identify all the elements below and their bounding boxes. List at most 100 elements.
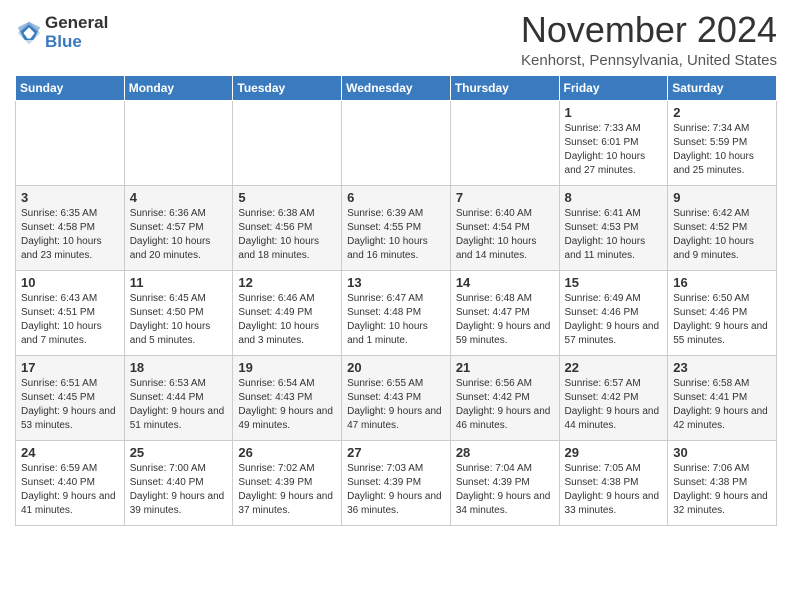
calendar-cell: 1 Sunrise: 7:33 AM Sunset: 6:01 PM Daylig… [559, 100, 668, 185]
day-number: 11 [130, 275, 228, 290]
day-number: 24 [21, 445, 119, 460]
calendar-cell [233, 100, 342, 185]
day-number: 7 [456, 190, 554, 205]
day-number: 26 [238, 445, 336, 460]
day-info: Sunrise: 7:05 AM Sunset: 4:38 PM Dayligh… [565, 462, 663, 518]
calendar-cell: 11 Sunrise: 6:45 AM Sunset: 4:50 PM Dayli… [124, 270, 233, 355]
day-info: Sunrise: 6:56 AM Sunset: 4:42 PM Dayligh… [456, 377, 554, 433]
day-info: Sunrise: 7:34 AM Sunset: 5:59 PM Dayligh… [673, 122, 771, 178]
calendar-cell: 6 Sunrise: 6:39 AM Sunset: 4:55 PM Daylig… [342, 185, 451, 270]
calendar-cell: 20Sunrise: 6:55 AM Sunset: 4:43 PM Dayli… [342, 355, 451, 440]
day-info: Sunrise: 6:39 AM Sunset: 4:55 PM Dayligh… [347, 207, 445, 263]
location: Kenhorst, Pennsylvania, United States [521, 52, 777, 69]
weekday-header-row: SundayMondayTuesdayWednesdayThursdayFrid… [16, 75, 777, 100]
day-number: 19 [238, 360, 336, 375]
calendar-cell: 24 Sunrise: 6:59 AM Sunset: 4:40 PM Dayli… [16, 440, 125, 525]
day-info: Sunrise: 6:48 AM Sunset: 4:47 PM Dayligh… [456, 292, 554, 348]
day-info: Sunrise: 7:33 AM Sunset: 6:01 PM Dayligh… [565, 122, 663, 178]
day-info: Sunrise: 7:04 AM Sunset: 4:39 PM Dayligh… [456, 462, 554, 518]
day-number: 1 [565, 105, 663, 120]
day-number: 12 [238, 275, 336, 290]
calendar-week-4: 17 Sunrise: 6:51 AM Sunset: 4:45 PM Dayli… [16, 355, 777, 440]
calendar-cell: 2 Sunrise: 7:34 AM Sunset: 5:59 PM Daylig… [668, 100, 777, 185]
day-info: Sunrise: 6:58 AM Sunset: 4:41 PM Dayligh… [673, 377, 771, 433]
calendar-cell: 26 Sunrise: 7:02 AM Sunset: 4:39 PM Dayli… [233, 440, 342, 525]
calendar-cell: 19 Sunrise: 6:54 AM Sunset: 4:43 PM Dayli… [233, 355, 342, 440]
day-number: 13 [347, 275, 445, 290]
day-info: Sunrise: 6:59 AM Sunset: 4:40 PM Dayligh… [21, 462, 119, 518]
calendar-cell [124, 100, 233, 185]
weekday-header-monday: Monday [124, 75, 233, 100]
day-info: Sunrise: 6:41 AM Sunset: 4:53 PM Dayligh… [565, 207, 663, 263]
day-number: 29 [565, 445, 663, 460]
calendar-cell: 4 Sunrise: 6:36 AM Sunset: 4:57 PM Daylig… [124, 185, 233, 270]
calendar-cell: 7 Sunrise: 6:40 AM Sunset: 4:54 PM Daylig… [450, 185, 559, 270]
calendar-cell: 21 Sunrise: 6:56 AM Sunset: 4:42 PM Dayli… [450, 355, 559, 440]
day-info: Sunrise: 6:45 AM Sunset: 4:50 PM Dayligh… [130, 292, 228, 348]
day-number: 17 [21, 360, 119, 375]
weekday-header-tuesday: Tuesday [233, 75, 342, 100]
calendar-cell: 10 Sunrise: 6:43 AM Sunset: 4:51 PM Dayli… [16, 270, 125, 355]
logo-general: General [45, 14, 108, 33]
day-info: Sunrise: 6:54 AM Sunset: 4:43 PM Dayligh… [238, 377, 336, 433]
day-info: Sunrise: 6:51 AM Sunset: 4:45 PM Dayligh… [21, 377, 119, 433]
day-number: 5 [238, 190, 336, 205]
weekday-header-saturday: Saturday [668, 75, 777, 100]
day-info: Sunrise: 6:43 AM Sunset: 4:51 PM Dayligh… [21, 292, 119, 348]
day-info: Sunrise: 6:50 AM Sunset: 4:46 PM Dayligh… [673, 292, 771, 348]
day-info: Sunrise: 7:06 AM Sunset: 4:38 PM Dayligh… [673, 462, 771, 518]
day-number: 15 [565, 275, 663, 290]
day-number: 18 [130, 360, 228, 375]
day-number: 2 [673, 105, 771, 120]
day-number: 9 [673, 190, 771, 205]
day-number: 22 [565, 360, 663, 375]
calendar-cell: 27Sunrise: 7:03 AM Sunset: 4:39 PM Dayli… [342, 440, 451, 525]
calendar-cell: 12 Sunrise: 6:46 AM Sunset: 4:49 PM Dayli… [233, 270, 342, 355]
calendar-cell: 13Sunrise: 6:47 AM Sunset: 4:48 PM Dayli… [342, 270, 451, 355]
calendar-cell: 8Sunrise: 6:41 AM Sunset: 4:53 PM Daylig… [559, 185, 668, 270]
day-info: Sunrise: 7:00 AM Sunset: 4:40 PM Dayligh… [130, 462, 228, 518]
calendar-week-1: 1 Sunrise: 7:33 AM Sunset: 6:01 PM Daylig… [16, 100, 777, 185]
day-number: 21 [456, 360, 554, 375]
title-block: November 2024 Kenhorst, Pennsylvania, Un… [521, 10, 777, 69]
day-number: 16 [673, 275, 771, 290]
month-title: November 2024 [521, 10, 777, 50]
day-number: 3 [21, 190, 119, 205]
calendar-cell: 5 Sunrise: 6:38 AM Sunset: 4:56 PM Daylig… [233, 185, 342, 270]
day-info: Sunrise: 6:57 AM Sunset: 4:42 PM Dayligh… [565, 377, 663, 433]
calendar-cell: 3Sunrise: 6:35 AM Sunset: 4:58 PM Daylig… [16, 185, 125, 270]
day-info: Sunrise: 6:42 AM Sunset: 4:52 PM Dayligh… [673, 207, 771, 263]
day-number: 28 [456, 445, 554, 460]
day-number: 10 [21, 275, 119, 290]
calendar-cell: 17 Sunrise: 6:51 AM Sunset: 4:45 PM Dayli… [16, 355, 125, 440]
day-info: Sunrise: 6:40 AM Sunset: 4:54 PM Dayligh… [456, 207, 554, 263]
calendar-cell: 22 Sunrise: 6:57 AM Sunset: 4:42 PM Dayli… [559, 355, 668, 440]
day-info: Sunrise: 6:38 AM Sunset: 4:56 PM Dayligh… [238, 207, 336, 263]
calendar-cell: 18 Sunrise: 6:53 AM Sunset: 4:44 PM Dayli… [124, 355, 233, 440]
calendar-cell [342, 100, 451, 185]
calendar-week-5: 24 Sunrise: 6:59 AM Sunset: 4:40 PM Dayli… [16, 440, 777, 525]
weekday-header-thursday: Thursday [450, 75, 559, 100]
day-info: Sunrise: 6:53 AM Sunset: 4:44 PM Dayligh… [130, 377, 228, 433]
day-number: 30 [673, 445, 771, 460]
weekday-header-wednesday: Wednesday [342, 75, 451, 100]
day-info: Sunrise: 7:02 AM Sunset: 4:39 PM Dayligh… [238, 462, 336, 518]
weekday-header-sunday: Sunday [16, 75, 125, 100]
calendar-cell: 16 Sunrise: 6:50 AM Sunset: 4:46 PM Dayli… [668, 270, 777, 355]
logo-icon [15, 19, 43, 47]
calendar-cell: 28 Sunrise: 7:04 AM Sunset: 4:39 PM Dayli… [450, 440, 559, 525]
day-number: 6 [347, 190, 445, 205]
day-info: Sunrise: 6:36 AM Sunset: 4:57 PM Dayligh… [130, 207, 228, 263]
day-number: 27 [347, 445, 445, 460]
calendar-cell: 25 Sunrise: 7:00 AM Sunset: 4:40 PM Dayli… [124, 440, 233, 525]
day-info: Sunrise: 6:55 AM Sunset: 4:43 PM Dayligh… [347, 377, 445, 433]
logo-text: General Blue [45, 14, 108, 51]
day-info: Sunrise: 6:46 AM Sunset: 4:49 PM Dayligh… [238, 292, 336, 348]
calendar-cell [450, 100, 559, 185]
calendar-week-2: 3Sunrise: 6:35 AM Sunset: 4:58 PM Daylig… [16, 185, 777, 270]
day-number: 25 [130, 445, 228, 460]
logo-blue: Blue [45, 33, 108, 52]
page-header: General Blue November 2024 Kenhorst, Pen… [15, 10, 777, 69]
calendar-table: SundayMondayTuesdayWednesdayThursdayFrid… [15, 75, 777, 526]
day-number: 4 [130, 190, 228, 205]
